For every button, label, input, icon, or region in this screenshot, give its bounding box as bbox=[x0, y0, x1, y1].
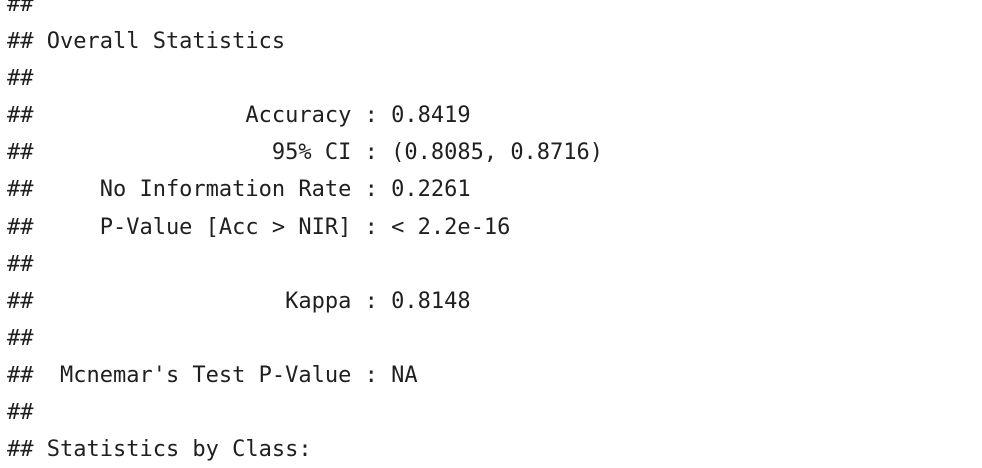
stat-p-value-acc-nir: ## P-Value [Acc > NIR] : < 2.2e-16 bbox=[7, 214, 511, 240]
section-heading-overall-statistics: ## Overall Statistics bbox=[7, 29, 286, 55]
stat-kappa: ## Kappa : 0.8148 bbox=[7, 288, 471, 314]
stat-accuracy: ## Accuracy : 0.8419 bbox=[7, 103, 471, 129]
console-line-comment: ## bbox=[7, 66, 34, 92]
stat-mcnemar-test-p-value: ## Mcnemar's Test P-Value : NA bbox=[7, 362, 418, 388]
section-heading-statistics-by-class: ## Statistics by Class: bbox=[7, 437, 312, 463]
stat-95-ci: ## 95% CI : (0.8085, 0.8716) bbox=[7, 140, 604, 166]
console-line-comment: ## bbox=[7, 0, 34, 17]
console-line-comment: ## bbox=[7, 251, 34, 277]
stat-no-information-rate: ## No Information Rate : 0.2261 bbox=[7, 177, 471, 203]
console-line-comment: ## bbox=[7, 325, 34, 351]
console-line-comment: ## bbox=[7, 400, 34, 426]
r-console-output: ## ## Overall Statistics ## ## Accuracy : 0… bbox=[7, 0, 967, 468]
